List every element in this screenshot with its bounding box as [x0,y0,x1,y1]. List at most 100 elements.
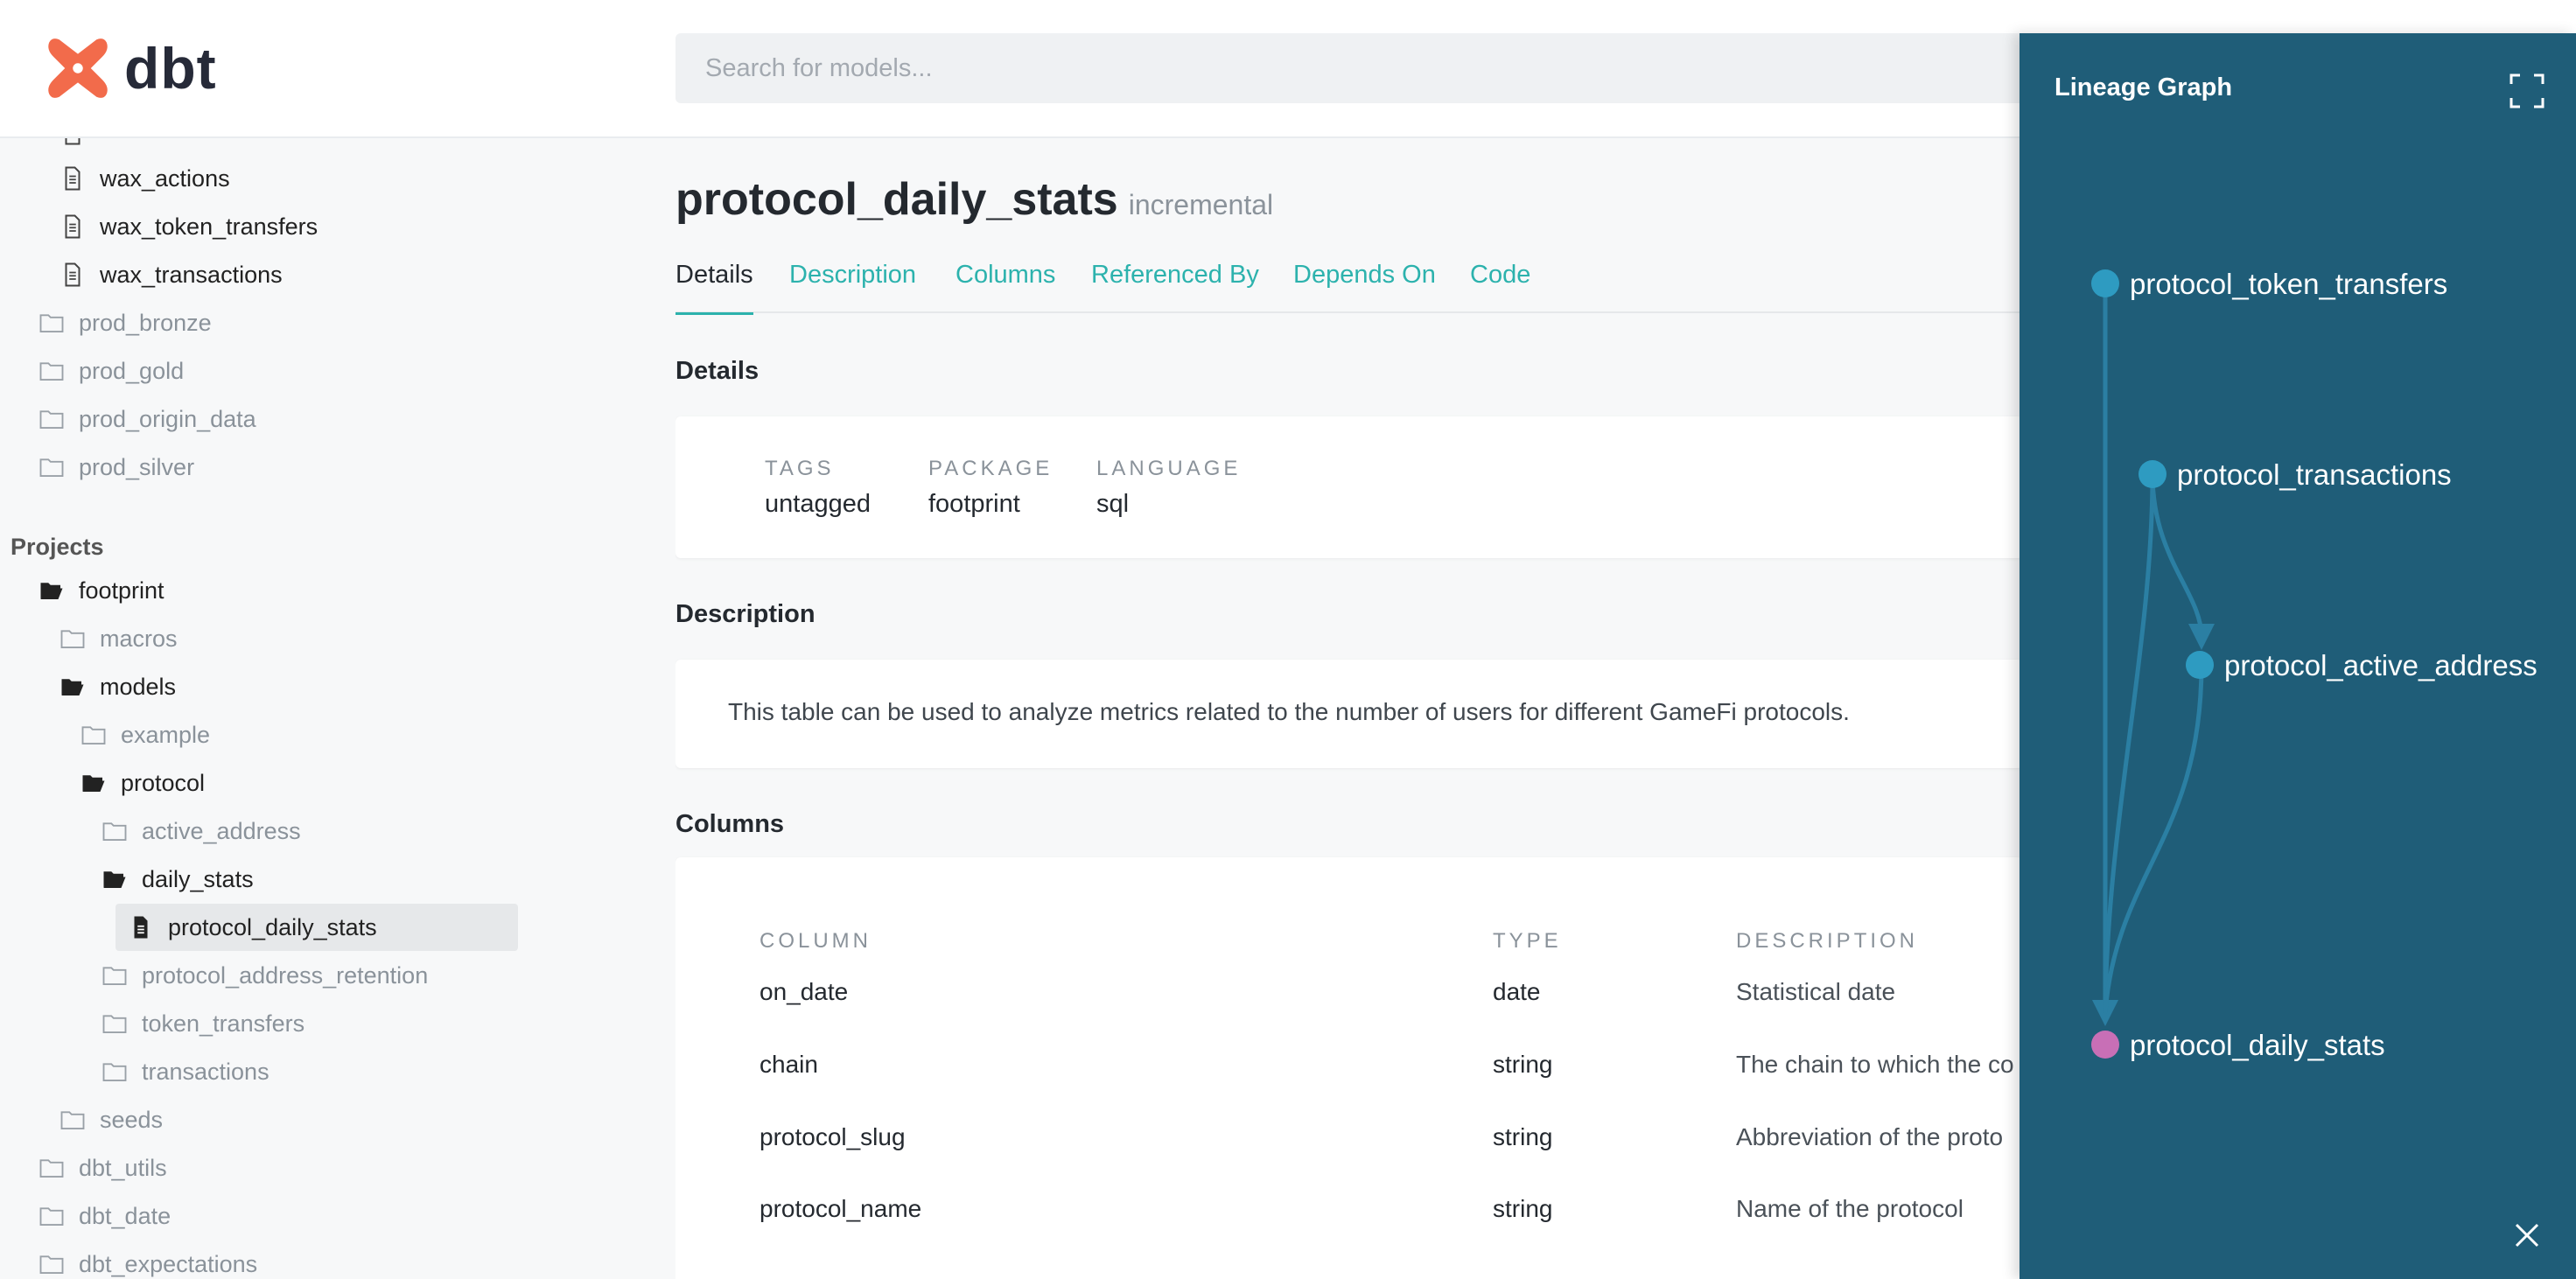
details-card: TAGS untagged PACKAGE footprint LANGUAGE… [676,416,2023,558]
sidebar-item-prod-origin-data[interactable]: prod_origin_data [38,398,256,440]
sidebar-item-label: active_address [142,817,301,844]
sidebar-item-dbt-utils[interactable]: dbt_utils [38,1147,167,1189]
sidebar-item-protocol[interactable]: protocol [80,762,205,804]
column-description: The chain to which the co [1736,1051,2014,1078]
sidebar-item-footprint[interactable]: footprint [38,570,164,612]
tab-description[interactable]: Description [789,261,916,313]
node-dot [2138,460,2166,488]
table-row[interactable]: chain string The chain to which the co [676,1051,2023,1122]
package-label: PACKAGE [928,457,1054,480]
sidebar-item-label: macros [100,625,178,652]
file-icon [60,212,89,241]
node-dot [2091,269,2119,297]
sidebar-item-token-transfers[interactable]: token_transfers [102,1003,304,1045]
sidebar-item-partial[interactable] [60,138,100,154]
model-tabs: Details Description Columns Referenced B… [676,261,2023,315]
dbt-logo[interactable]: dbt [42,31,217,105]
lineage-graph: protocol_token_transfers protocol_transa… [2091,268,2538,1061]
sidebar-item-label: transactions [142,1058,270,1085]
sidebar-item-prod-bronze[interactable]: prod_bronze [38,302,212,344]
node-label: protocol_token_transfers [2130,268,2447,300]
tags-label: TAGS [765,457,835,480]
search-box[interactable] [676,33,2076,103]
tab-code[interactable]: Code [1470,261,1530,313]
package-value: footprint [928,490,1020,518]
column-header-description: DESCRIPTION [1736,929,1919,953]
description-heading: Description [676,600,816,628]
columns-heading: Columns [676,810,785,838]
tab-details[interactable]: Details [676,261,753,315]
sidebar-item-example[interactable]: example [80,714,210,756]
tab-columns[interactable]: Columns [956,261,1055,313]
sidebar: wax_actions wax_token_transfers wax_tran… [0,138,560,1279]
logo-text: dbt [124,36,217,101]
lineage-node[interactable]: protocol_active_address [2186,649,2538,681]
sidebar-item-label: dbt_expectations [79,1250,258,1277]
folder-icon [38,308,68,338]
column-name: on_date [760,978,849,1005]
folder-icon [60,1105,89,1135]
sidebar-item-protocol-daily-stats[interactable]: protocol_daily_stats [116,904,518,951]
sidebar-item-daily-stats[interactable]: daily_stats [102,858,254,900]
lineage-panel: Lineage Graph protocol_token_transfers p… [2020,33,2576,1279]
sidebar-item-transactions[interactable]: transactions [102,1051,270,1093]
sidebar-item-label: wax_token_transfers [100,213,318,240]
sidebar-item-wax-token-transfers[interactable]: wax_token_transfers [60,206,318,248]
folder-icon [102,961,131,990]
tags-meta: TAGS untagged [765,457,871,519]
file-icon [60,260,89,290]
column-header-name: COLUMN [760,929,872,953]
sidebar-item-label: dbt_utils [79,1154,167,1181]
sidebar-item-wax-actions[interactable]: wax_actions [60,157,230,199]
lineage-node[interactable]: protocol_transactions [2138,458,2452,491]
folder-open-icon [60,672,89,702]
tab-depends-on[interactable]: Depends On [1293,261,1436,313]
sidebar-item-label: wax_actions [100,164,230,192]
dbt-logo-icon [48,38,108,98]
language-label: LANGUAGE [1096,457,1242,480]
sidebar-item-models[interactable]: models [60,666,176,708]
sidebar-item-active-address[interactable]: active_address [102,810,301,852]
file-icon [60,164,89,193]
file-icon [60,138,89,148]
sidebar-item-wax-transactions[interactable]: wax_transactions [60,254,283,296]
details-heading: Details [676,357,760,385]
sidebar-item-dbt-expectations[interactable]: dbt_expectations [38,1243,257,1279]
sidebar-item-protocol-address-retention[interactable]: protocol_address_retention [102,954,428,996]
folder-icon [38,452,68,482]
lineage-node[interactable]: protocol_token_transfers [2091,268,2447,300]
lineage-node[interactable]: protocol_daily_stats [2091,1029,2385,1061]
sidebar-item-prod-silver[interactable]: prod_silver [38,446,194,488]
folder-icon [80,720,110,750]
edge-active-address-to-daily-stats [2103,664,2204,1014]
sidebar-item-label: wax_transactions [100,261,283,288]
folder-icon [38,356,68,386]
edge-transactions-to-active-address [2150,473,2215,650]
sidebar-item-dbt-date[interactable]: dbt_date [38,1195,171,1237]
sidebar-item-label: protocol_address_retention [142,961,429,989]
sidebar-item-macros[interactable]: macros [60,618,178,660]
table-row[interactable]: protocol_slug string Abbreviation of the… [676,1123,2023,1195]
sidebar-item-label: prod_gold [79,357,185,384]
node-label: protocol_daily_stats [2130,1029,2385,1061]
package-meta: PACKAGE footprint [928,457,1053,519]
column-name: chain [760,1051,818,1078]
sidebar-item-label: seeds [100,1106,164,1133]
sidebar-item-label: prod_origin_data [79,405,256,432]
table-row[interactable]: on_date date Statistical date [676,978,2023,1050]
close-icon[interactable] [2510,1218,2544,1253]
language-value: sql [1096,490,1130,518]
description-card: This table can be used to analyze metric… [676,660,2023,768]
sidebar-item-label: daily_stats [142,865,254,892]
sidebar-item-label: protocol_daily_stats [168,913,377,940]
node-dot [2091,1031,2119,1059]
sidebar-item-seeds[interactable]: seeds [60,1099,163,1141]
search-input[interactable] [705,53,2076,83]
column-description: Abbreviation of the proto [1736,1123,2004,1150]
column-header-type: TYPE [1493,929,1562,953]
sidebar-item-prod-gold[interactable]: prod_gold [38,350,184,392]
table-row[interactable]: protocol_name string Name of the protoco… [676,1195,2023,1267]
tab-referenced-by[interactable]: Referenced By [1091,261,1259,313]
folder-icon [38,404,68,434]
columns-card: COLUMN TYPE DESCRIPTION on_date date Sta… [676,857,2023,1279]
